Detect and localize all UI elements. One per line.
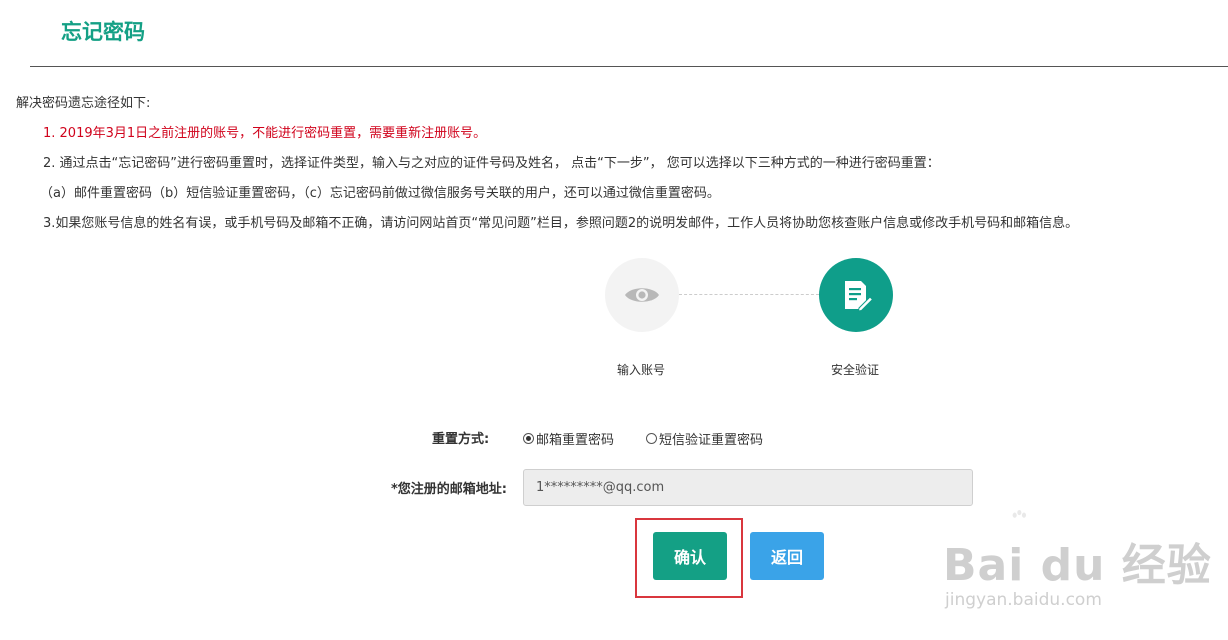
step-account-label: 输入账号 bbox=[617, 363, 666, 377]
instructions-intro: 解决密码遗忘途径如下: bbox=[16, 96, 151, 111]
confirm-button[interactable]: 确认 bbox=[653, 532, 727, 580]
instructions-item-2: 2. 通过点击“忘记密码”进行密码重置时，选择证件类型，输入与之对应的证件号码及… bbox=[43, 156, 940, 171]
email-field[interactable] bbox=[523, 469, 973, 506]
instructions-item-2-options: （a）邮件重置密码（b）短信验证重置密码，（c）忘记密码前做过微信服务号关联的用… bbox=[40, 186, 720, 201]
step-security-label: 安全验证 bbox=[831, 363, 880, 377]
radio-sms-reset-dot[interactable] bbox=[646, 433, 657, 444]
instructions-item-1: 1. 2019年3月1日之前注册的账号，不能进行密码重置，需要重新注册账号。 bbox=[43, 126, 487, 141]
step-connector bbox=[679, 294, 819, 295]
header-divider bbox=[30, 66, 1228, 67]
step-security-verification bbox=[819, 258, 893, 332]
email-field-label: *您注册的邮箱地址: bbox=[391, 482, 507, 497]
radio-email-reset[interactable]: 邮箱重置密码 bbox=[523, 429, 614, 448]
radio-sms-reset-label: 短信验证重置密码 bbox=[659, 433, 764, 448]
radio-email-reset-dot[interactable] bbox=[523, 433, 534, 444]
back-button[interactable]: 返回 bbox=[750, 532, 824, 580]
eye-icon bbox=[625, 288, 659, 302]
reset-method-label: 重置方式: bbox=[432, 432, 490, 447]
radio-email-reset-label: 邮箱重置密码 bbox=[536, 433, 615, 448]
step-account bbox=[605, 258, 679, 332]
watermark-url: jingyan.baidu.com bbox=[945, 590, 1102, 610]
instructions-item-3: 3.如果您账号信息的姓名有误，或手机号码及邮箱不正确，请访问网站首页“常见问题”… bbox=[43, 216, 1079, 231]
document-edit-icon bbox=[845, 281, 873, 312]
watermark-logo-text: Bai du 经验 bbox=[943, 540, 1212, 591]
radio-sms-reset[interactable]: 短信验证重置密码 bbox=[646, 429, 763, 448]
page-title: 忘记密码 bbox=[61, 20, 145, 44]
